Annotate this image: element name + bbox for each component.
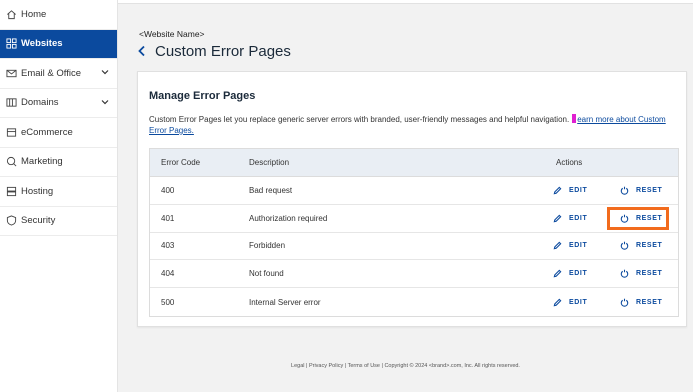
- error-code: 401: [161, 213, 175, 223]
- reset-icon: [620, 269, 630, 279]
- table-header: Error Code Description Actions: [150, 149, 678, 177]
- error-description: Authorization required: [249, 213, 328, 223]
- table-row: 500 Internal Server error EDIT RESET: [150, 288, 678, 316]
- edit-label: EDIT: [569, 242, 588, 250]
- reset-highlight-box: [607, 206, 669, 230]
- reset-label: RESET: [636, 270, 663, 278]
- reset-label: RESET: [636, 242, 663, 250]
- marketing-icon: [5, 156, 17, 168]
- sidebar-item-security[interactable]: Security: [0, 207, 117, 236]
- table-row: 401 Authorization required EDIT RESET: [150, 205, 678, 233]
- chevron-down-icon[interactable]: [101, 68, 109, 79]
- pencil-icon: [553, 185, 563, 195]
- sidebar: Home Websites Email & Office Domains eCo…: [0, 0, 118, 392]
- header-description: Description: [249, 158, 290, 167]
- reset-button[interactable]: RESET: [620, 241, 662, 251]
- description-text: Custom Error Pages let you replace gener…: [149, 115, 570, 124]
- sidebar-item-ecommerce[interactable]: eCommerce: [0, 118, 117, 148]
- edit-label: EDIT: [569, 270, 588, 278]
- sidebar-item-websites[interactable]: Websites: [0, 29, 117, 59]
- reset-icon: [620, 297, 630, 307]
- error-code: 400: [161, 185, 175, 195]
- chevron-down-icon[interactable]: [101, 98, 109, 109]
- edit-button[interactable]: EDIT: [553, 185, 587, 195]
- shield-icon: [5, 215, 17, 227]
- error-description: Not found: [249, 269, 284, 279]
- reset-button[interactable]: RESET: [620, 269, 662, 279]
- edit-label: EDIT: [569, 298, 588, 306]
- sidebar-item-label: Marketing: [21, 156, 63, 168]
- sidebar-item-label: Websites: [21, 38, 63, 50]
- header-error-code: Error Code: [161, 158, 201, 167]
- sidebar-item-home[interactable]: Home: [0, 0, 117, 30]
- website-name: <Website Name>: [139, 29, 205, 39]
- text-cursor-marker: [572, 114, 577, 123]
- edit-label: EDIT: [569, 214, 588, 222]
- edit-button[interactable]: EDIT: [553, 213, 587, 223]
- sidebar-item-hosting[interactable]: Hosting: [0, 177, 117, 207]
- server-icon: [5, 185, 17, 197]
- reset-icon: [620, 185, 630, 195]
- error-description: Bad request: [249, 185, 293, 195]
- sidebar-item-label: Home: [21, 8, 47, 20]
- reset-button[interactable]: RESET: [620, 297, 662, 307]
- table-row: 404 Not found EDIT RESET: [150, 260, 678, 289]
- sidebar-item-label: Domains: [21, 97, 59, 109]
- back-arrow-icon[interactable]: [137, 42, 151, 60]
- page-title: Custom Error Pages: [155, 42, 291, 60]
- edit-label: EDIT: [569, 186, 588, 194]
- sidebar-item-email-office[interactable]: Email & Office: [0, 59, 117, 89]
- card-title: Manage Error Pages: [149, 90, 256, 102]
- error-description: Forbidden: [249, 241, 286, 251]
- page-header: Custom Error Pages: [137, 42, 291, 60]
- grid-icon: [5, 38, 17, 50]
- reset-button[interactable]: RESET: [620, 185, 662, 195]
- error-description: Internal Server error: [249, 297, 321, 307]
- error-code: 404: [161, 269, 175, 279]
- pencil-icon: [553, 297, 563, 307]
- mail-icon: [5, 67, 17, 79]
- footer-links: Legal | Privacy Policy | Terms of Use | …: [291, 363, 520, 369]
- table-row: 403 Forbidden EDIT RESET: [150, 233, 678, 261]
- pencil-icon: [553, 269, 563, 279]
- sidebar-item-label: Security: [21, 215, 56, 227]
- error-pages-card: Manage Error Pages Custom Error Pages le…: [137, 71, 687, 327]
- store-icon: [5, 126, 17, 138]
- main-content: <Website Name> Custom Error Pages Manage…: [118, 0, 693, 392]
- edit-button[interactable]: EDIT: [553, 269, 587, 279]
- table-row: 400 Bad request EDIT RESET: [150, 177, 678, 205]
- top-bar: [118, 0, 693, 4]
- reset-icon: [620, 241, 630, 251]
- header-actions: Actions: [556, 158, 583, 167]
- edit-button[interactable]: EDIT: [553, 297, 587, 307]
- sidebar-item-label: Email & Office: [21, 67, 82, 79]
- sidebar-item-domains[interactable]: Domains: [0, 89, 117, 118]
- pencil-icon: [553, 241, 563, 251]
- domains-icon: [5, 97, 17, 109]
- error-codes-table: Error Code Description Actions 400 Bad r…: [149, 148, 679, 317]
- sidebar-item-marketing[interactable]: Marketing: [0, 148, 117, 177]
- edit-button[interactable]: EDIT: [553, 241, 587, 251]
- home-icon: [5, 8, 17, 20]
- reset-label: RESET: [636, 298, 663, 306]
- card-description: Custom Error Pages let you replace gener…: [149, 114, 679, 136]
- sidebar-item-label: Hosting: [21, 185, 54, 197]
- error-code: 500: [161, 297, 175, 307]
- pencil-icon: [553, 213, 563, 223]
- sidebar-item-label: eCommerce: [21, 126, 73, 138]
- error-code: 403: [161, 241, 175, 251]
- reset-label: RESET: [636, 186, 663, 194]
